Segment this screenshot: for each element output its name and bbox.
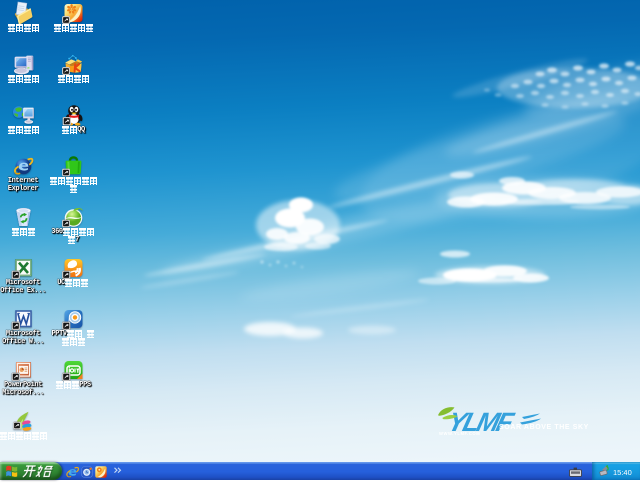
svg-text:WWW.YLMF.COM: WWW.YLMF.COM [439,431,480,436]
svg-text:SOAR ABOVE THE SKY: SOAR ABOVE THE SKY [499,424,589,431]
